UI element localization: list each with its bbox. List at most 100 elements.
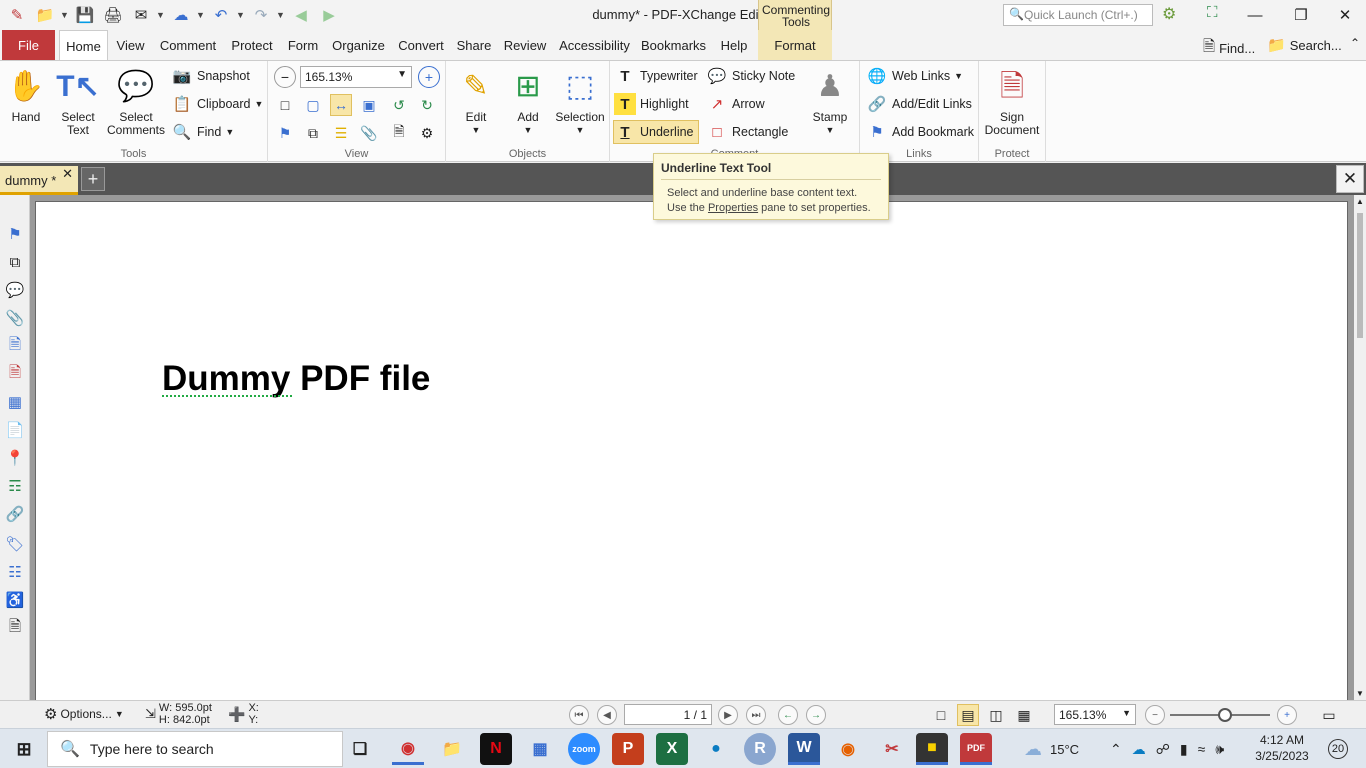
fullscreen-icon[interactable]: ⛶ xyxy=(1207,4,1218,21)
continuous-page-icon[interactable]: ▤ xyxy=(957,704,979,726)
find-command[interactable]: 🗎 Find... xyxy=(1203,36,1255,61)
typewriter-button[interactable]: T Typewriter xyxy=(614,65,697,87)
new-tab-button[interactable]: + xyxy=(81,167,105,191)
zoom-in-status-icon[interactable]: + xyxy=(1277,705,1297,725)
excel-icon[interactable]: X xyxy=(656,733,688,765)
weather-widget[interactable]: ☁ 15°C xyxy=(1024,729,1079,768)
articles-icon[interactable]: 📄 xyxy=(4,419,26,441)
fit-page-icon[interactable]: ▢ xyxy=(302,94,324,116)
stamp-button[interactable]: ♟ Stamp ▼ xyxy=(806,65,854,137)
selection-button[interactable]: ⬚ Selection ▼ xyxy=(552,65,608,137)
maximize-button[interactable]: ❐ xyxy=(1278,0,1324,30)
attachments-pane-icon[interactable]: 📎 xyxy=(358,122,380,144)
destinations-icon[interactable]: 📍 xyxy=(4,447,26,469)
reading-order-icon[interactable]: 🗎 xyxy=(4,617,26,639)
bookmarks-icon[interactable]: ⚑ xyxy=(4,223,26,245)
zoom-out-status-icon[interactable]: − xyxy=(1145,705,1165,725)
taskbar-search[interactable]: 🔍 Type here to search xyxy=(47,731,343,767)
zoom-icon[interactable]: zoom xyxy=(568,733,600,765)
fullscreen-status-icon[interactable]: ▭ xyxy=(1318,704,1340,726)
options-button[interactable]: ⚙ Options... ▼ xyxy=(44,705,124,723)
file-explorer-icon[interactable]: 📁 xyxy=(436,733,468,765)
zoom-in-icon[interactable]: + xyxy=(418,66,440,88)
comments-pane-icon[interactable]: ☰ xyxy=(330,122,352,144)
arrow-button[interactable]: ↗ Arrow xyxy=(706,93,765,115)
actual-size-icon[interactable]: □ xyxy=(274,94,296,116)
zoom-slider-knob[interactable] xyxy=(1218,708,1232,722)
tab-form[interactable]: Form xyxy=(285,30,321,60)
collapse-ribbon-icon[interactable]: ⌃ xyxy=(1350,36,1360,50)
underline-button[interactable]: T Underline xyxy=(613,120,699,144)
attachments-icon[interactable]: 📎 xyxy=(4,307,26,329)
close-tab-icon[interactable]: ✕ xyxy=(62,166,73,182)
hand-button[interactable]: ✋ Hand xyxy=(3,65,49,124)
snipping-tool-icon[interactable]: ✂ xyxy=(876,733,908,765)
add-button[interactable]: ⊞ Add ▼ xyxy=(504,65,552,137)
links-icon[interactable]: 🔗 xyxy=(4,503,26,525)
scroll-up-icon[interactable]: ▲ xyxy=(1356,197,1364,206)
task-view-icon[interactable]: ❏ xyxy=(344,733,376,765)
order-icon[interactable]: ☷ xyxy=(4,561,26,583)
vertical-scrollbar[interactable]: ▲ ▼ xyxy=(1354,195,1366,700)
meet-now-icon[interactable]: ☍ xyxy=(1156,741,1170,758)
volume-icon[interactable]: 🕪 xyxy=(1215,741,1224,758)
document-viewport[interactable]: Dummy PDF file xyxy=(30,195,1354,701)
wifi-icon[interactable]: ≈ xyxy=(1198,741,1206,757)
edge-icon[interactable]: ● xyxy=(700,733,732,765)
document-tab[interactable]: dummy * ✕ xyxy=(0,166,78,195)
back-view-icon[interactable]: ← xyxy=(778,705,798,725)
clock[interactable]: 4:12 AM 3/25/2023 xyxy=(1255,732,1309,764)
last-page-icon[interactable]: ⏭ xyxy=(746,705,766,725)
scroll-down-icon[interactable]: ▼ xyxy=(1356,689,1364,698)
pdf-xchange-icon[interactable]: PDF xyxy=(960,733,992,765)
thumbnails-icon[interactable]: ⧉ xyxy=(4,251,26,273)
tab-organize[interactable]: Organize xyxy=(330,30,387,60)
netflix-icon[interactable]: N xyxy=(480,733,512,765)
status-zoom-select[interactable]: 165.13% ▼ xyxy=(1054,704,1136,725)
tab-protect[interactable]: Protect xyxy=(228,30,276,60)
close-button[interactable]: ✕ xyxy=(1322,0,1366,30)
facing-pages-icon[interactable]: ◫ xyxy=(985,704,1007,726)
tab-file[interactable]: File xyxy=(2,30,55,60)
rectangle-button[interactable]: □ Rectangle xyxy=(706,121,788,143)
zoom-slider[interactable] xyxy=(1170,708,1270,722)
tab-format[interactable]: Format xyxy=(758,30,832,60)
bookmarks-pane-icon[interactable]: ⚑ xyxy=(274,122,296,144)
onedrive-icon[interactable]: ☁ xyxy=(1132,741,1146,758)
zoom-select[interactable]: 165.13% ▼ xyxy=(300,66,412,88)
previous-page-icon[interactable]: ◀ xyxy=(597,705,617,725)
snapshot-button[interactable]: 📷 Snapshot xyxy=(171,65,250,87)
tags-icon[interactable]: 🏷 xyxy=(4,533,26,555)
firefox-icon[interactable]: ◉ xyxy=(832,733,864,765)
highlight-button[interactable]: T Highlight xyxy=(614,93,689,115)
single-page-icon[interactable]: □ xyxy=(930,704,952,726)
user-icon[interactable]: ⚙ xyxy=(1162,4,1176,24)
minimize-button[interactable]: — xyxy=(1232,0,1278,30)
first-page-icon[interactable]: ⏮ xyxy=(569,705,589,725)
tab-convert[interactable]: Convert xyxy=(396,30,446,60)
add-bookmark-button[interactable]: ⚑ Add Bookmark xyxy=(866,121,974,143)
rotate-right-icon[interactable]: ↻ xyxy=(416,94,438,116)
battery-icon[interactable]: ▮ xyxy=(1180,741,1188,758)
continuous-facing-icon[interactable]: ▦ xyxy=(1013,704,1035,726)
tab-home[interactable]: Home xyxy=(59,30,108,60)
clipboard-button[interactable]: 📋 Clipboard ▼ xyxy=(171,93,264,115)
tab-share[interactable]: Share xyxy=(455,30,493,60)
start-windows-icon[interactable]: ⊞ xyxy=(8,733,40,765)
tab-help[interactable]: Help xyxy=(715,30,753,60)
quick-launch-input[interactable]: 🔍 Quick Launch (Ctrl+.) xyxy=(1003,4,1153,26)
content-icon[interactable]: 🗎 xyxy=(4,335,26,357)
properties-pane-icon[interactable]: ⚙ xyxy=(416,122,438,144)
word-icon[interactable]: W xyxy=(788,733,820,765)
pdf-page[interactable]: Dummy PDF file xyxy=(35,201,1348,701)
zoom-out-icon[interactable]: − xyxy=(274,66,296,88)
close-document-button[interactable]: ✕ xyxy=(1336,165,1364,193)
document-heading[interactable]: Dummy PDF file xyxy=(162,359,430,399)
sticky-notes-icon[interactable]: ■ xyxy=(916,733,948,765)
tab-accessibility[interactable]: Accessibility xyxy=(557,30,632,60)
thumbnails-pane-icon[interactable]: ⧉ xyxy=(302,122,324,144)
comments-icon[interactable]: 💬 xyxy=(4,279,26,301)
tab-review[interactable]: Review xyxy=(502,30,548,60)
r-app-icon[interactable]: R xyxy=(744,733,776,765)
accessibility-icon[interactable]: ♿ xyxy=(4,589,26,611)
